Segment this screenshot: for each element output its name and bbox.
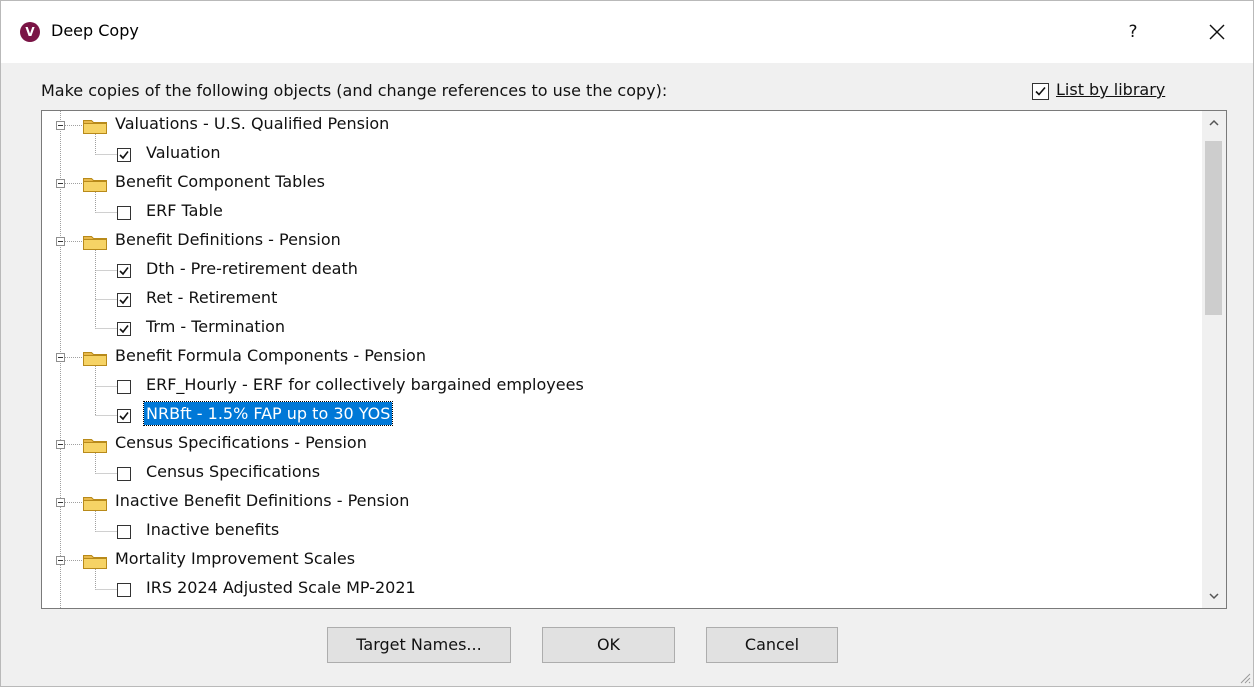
collapse-icon[interactable] <box>56 556 65 565</box>
checkbox-box[interactable] <box>1032 83 1049 100</box>
item-label: Ret - Retirement <box>146 288 278 307</box>
collapse-icon[interactable] <box>56 353 65 362</box>
item-checkbox[interactable] <box>117 380 131 394</box>
collapse-icon[interactable] <box>56 179 65 188</box>
objects-tree[interactable]: Valuations - U.S. Qualified Pension Valua… <box>41 110 1227 609</box>
checkmark-icon <box>119 325 129 334</box>
deep-copy-dialog: V Deep Copy ? Make copies of the followi… <box>0 0 1254 687</box>
list-by-library-label: List by library <box>1056 80 1166 99</box>
instruction-text: Make copies of the following objects (an… <box>41 81 668 100</box>
chevron-down-icon <box>1209 593 1219 600</box>
item-checkbox[interactable] <box>117 583 131 597</box>
group-label: Benefit Formula Components - Pension <box>115 346 426 365</box>
checkmark-icon <box>119 296 129 305</box>
group-label: Mortality Improvement Scales <box>115 549 356 568</box>
folder-icon <box>83 555 107 569</box>
folder-icon <box>83 120 107 134</box>
item-label: Dth - Pre-retirement death <box>146 259 358 278</box>
item-checkbox[interactable] <box>117 525 131 539</box>
close-button[interactable] <box>1197 13 1237 51</box>
item-checkbox[interactable] <box>117 322 131 336</box>
item-checkbox[interactable] <box>117 467 131 481</box>
group-label: Benefit Definitions - Pension <box>115 230 341 249</box>
collapse-icon[interactable] <box>56 440 65 449</box>
chevron-up-icon <box>1209 119 1219 126</box>
item-label: Valuation <box>146 143 221 162</box>
group-label: Valuations - U.S. Qualified Pension <box>115 114 390 133</box>
item-checkbox[interactable] <box>117 293 131 307</box>
title-bar: V Deep Copy ? <box>1 1 1253 63</box>
ok-button[interactable]: OK <box>542 627 675 663</box>
checkmark-icon <box>119 267 129 276</box>
resize-grip-icon[interactable] <box>1237 670 1251 684</box>
vertical-scrollbar[interactable] <box>1202 111 1226 608</box>
checkmark-icon <box>119 151 129 160</box>
checkmark-icon <box>119 412 129 421</box>
scroll-up-button[interactable] <box>1202 111 1226 135</box>
item-label: Census Specifications <box>146 462 321 481</box>
collapse-icon[interactable] <box>56 498 65 507</box>
scroll-thumb[interactable] <box>1205 141 1222 315</box>
app-icon-letter: V <box>25 25 35 39</box>
folder-icon <box>83 497 107 511</box>
group-label: Inactive Benefit Definitions - Pension <box>115 491 410 510</box>
item-label: NRBft - 1.5% FAP up to 30 YOS <box>142 401 394 426</box>
scroll-down-button[interactable] <box>1202 584 1226 608</box>
help-button[interactable]: ? <box>1119 17 1147 47</box>
item-checkbox[interactable] <box>117 206 131 220</box>
window-title: Deep Copy <box>51 21 139 40</box>
item-checkbox[interactable] <box>117 148 131 162</box>
close-icon <box>1209 24 1225 40</box>
item-label: IRS 2024 Adjusted Scale MP-2021 <box>146 578 416 597</box>
group-label: Benefit Component Tables <box>115 172 325 191</box>
collapse-icon[interactable] <box>56 237 65 246</box>
item-checkbox[interactable] <box>117 409 131 423</box>
app-icon: V <box>20 22 40 42</box>
collapse-icon[interactable] <box>56 121 65 130</box>
folder-icon <box>83 352 107 366</box>
item-label: ERF Table <box>146 201 223 220</box>
item-label: Trm - Termination <box>146 317 286 336</box>
item-checkbox[interactable] <box>117 264 131 278</box>
folder-icon <box>83 439 107 453</box>
item-label: Inactive benefits <box>146 520 280 539</box>
checkmark-icon <box>1035 86 1046 96</box>
folder-icon <box>83 236 107 250</box>
target-names-button[interactable]: Target Names... <box>327 627 511 663</box>
item-label: ERF_Hourly - ERF for collectively bargai… <box>146 375 584 394</box>
group-label: Census Specifications - Pension <box>115 433 367 452</box>
folder-icon <box>83 178 107 192</box>
cancel-button[interactable]: Cancel <box>706 627 838 663</box>
